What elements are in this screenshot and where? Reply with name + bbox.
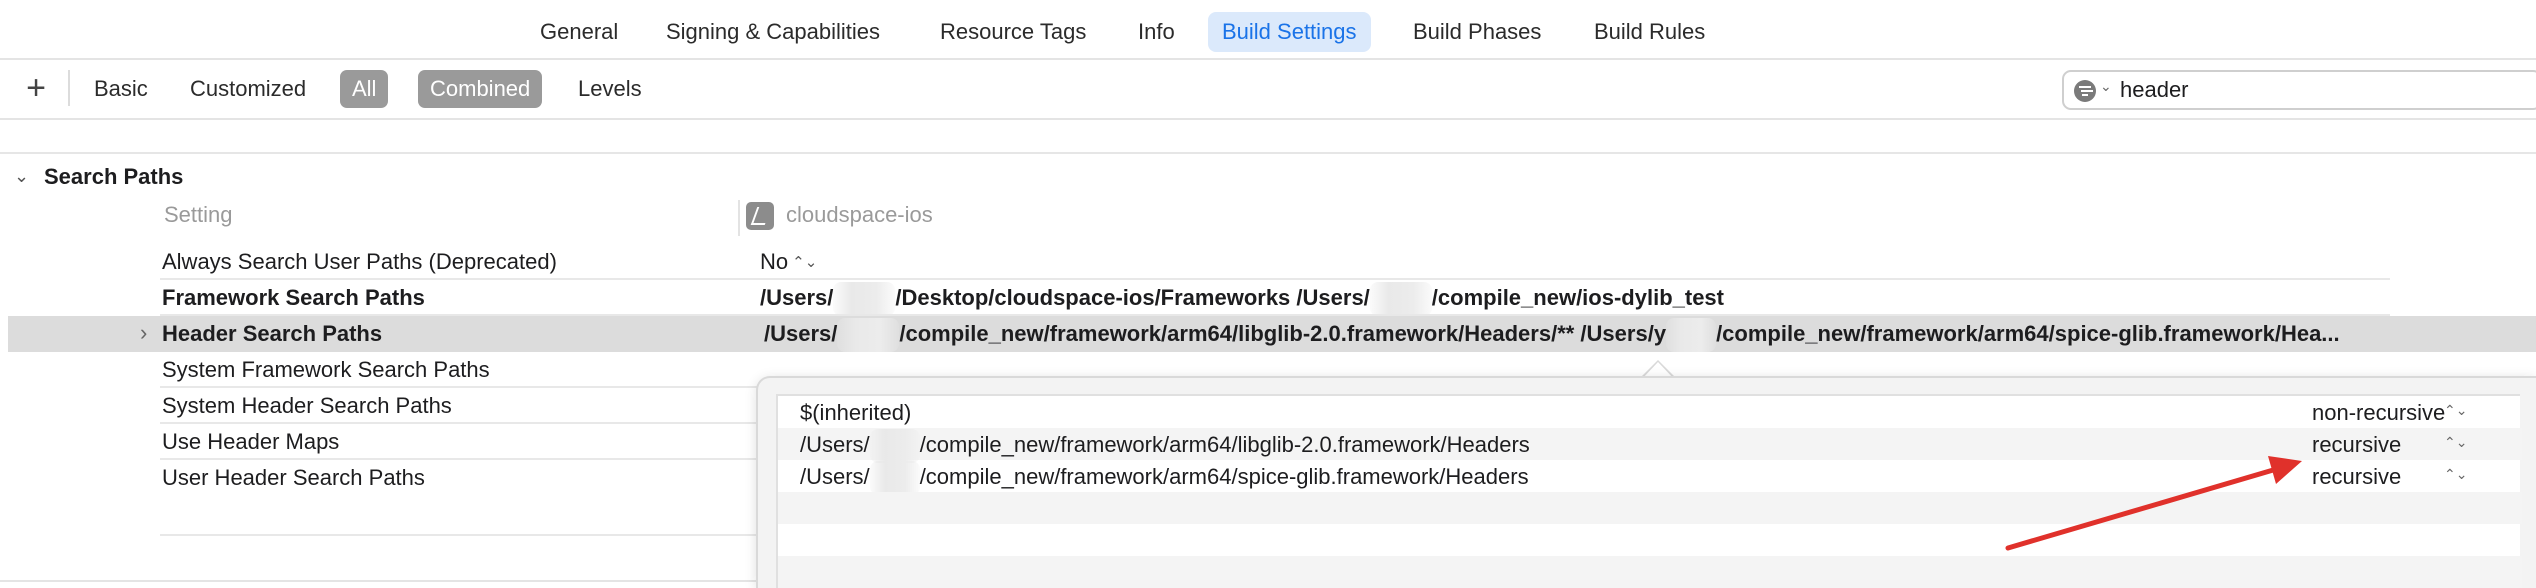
filter-icon[interactable] <box>2074 80 2096 102</box>
up-down-chevron-icon[interactable]: ⌃⌄ <box>2444 402 2467 419</box>
path-part: /compile_new/framework/arm64/libglib-2.0… <box>919 432 1530 457</box>
empty-list-row <box>778 524 2522 556</box>
setting-row-framework-search-paths[interactable]: Framework Search Paths /Users/ /Desktop/c… <box>0 280 2536 317</box>
filter-customized-button[interactable]: Customized <box>178 70 318 108</box>
redacted-username <box>837 318 900 353</box>
setting-name: Always Search User Paths (Deprecated) <box>162 249 557 274</box>
settings-search-field[interactable]: ⌄ <box>2062 70 2536 110</box>
value-part: /Desktop/cloudspace-ios/Frameworks /User… <box>895 285 1370 310</box>
value-part: /Users/ <box>764 321 838 346</box>
path-part: /Users/ <box>800 432 870 457</box>
tab-resource-tags[interactable]: Resource Tags <box>926 12 1100 52</box>
setting-row-header-search-paths[interactable]: › Header Search Paths /Users/ /compile_ne… <box>8 316 2536 353</box>
column-header-target: cloudspace-ios <box>786 202 933 227</box>
empty-list-row <box>778 556 2522 588</box>
up-down-chevron-icon[interactable]: ⌃⌄ <box>2444 434 2467 451</box>
redacted-username <box>869 429 920 464</box>
path-part: /Users/ <box>800 464 870 489</box>
view-combined-button[interactable]: Combined <box>418 70 543 108</box>
tab-signing-capabilities[interactable]: Signing & Capabilities <box>652 12 894 52</box>
view-levels-button[interactable]: Levels <box>566 70 654 108</box>
setting-name: Use Header Maps <box>162 429 340 454</box>
setting-name: System Framework Search Paths <box>162 357 490 382</box>
path-text[interactable]: /Users/ /compile_new/framework/arm64/spic… <box>800 461 1529 496</box>
setting-value[interactable]: /Users/ /Desktop/cloudspace-ios/Framework… <box>760 282 1724 317</box>
redacted-username <box>1369 282 1432 317</box>
path-text[interactable]: /Users/ /compile_new/framework/arm64/libg… <box>800 429 1530 464</box>
setting-row-always-search-user-paths[interactable]: Always Search User Paths (Deprecated) No… <box>0 244 2536 280</box>
tab-build-rules[interactable]: Build Rules <box>1580 12 1719 52</box>
setting-name: Header Search Paths <box>162 321 383 346</box>
path-part: /compile_new/framework/arm64/spice-glib.… <box>919 464 1529 489</box>
filter-basic-button[interactable]: Basic <box>82 70 160 108</box>
tab-build-phases[interactable]: Build Phases <box>1399 12 1555 52</box>
section-search-paths[interactable]: ⌄ Search Paths <box>14 164 183 194</box>
setting-value: No <box>760 249 789 274</box>
setting-value-popup[interactable]: No ⌃⌄ <box>760 249 817 275</box>
section-divider <box>0 152 2536 154</box>
setting-value[interactable]: /Users/ /compile_new/framework/arm64/libg… <box>764 318 2340 353</box>
chevron-down-icon[interactable]: ⌄ <box>2100 78 2112 95</box>
search-input[interactable] <box>2120 75 2520 105</box>
value-part: /Users/ <box>760 285 834 310</box>
column-divider <box>738 200 740 236</box>
list-item[interactable]: /Users/ /compile_new/framework/arm64/libg… <box>778 428 2522 464</box>
redacted-username <box>1666 318 1717 353</box>
up-down-chevron-icon[interactable]: ⌃⌄ <box>2444 466 2467 483</box>
value-part: /compile_new/ios-dylib_test <box>1431 285 1724 310</box>
recursion-popup[interactable]: recursive <box>2312 432 2401 458</box>
section-title: Search Paths <box>44 164 184 189</box>
toolbar-divider <box>68 70 70 106</box>
filter-all-button[interactable]: All <box>340 70 389 108</box>
setting-name: User Header Search Paths <box>162 465 425 490</box>
tab-general[interactable]: General <box>526 12 632 52</box>
recursion-popup[interactable]: non-recursive <box>2312 400 2445 426</box>
up-down-chevron-icon: ⌃⌄ <box>792 254 818 271</box>
section-divider <box>0 580 760 582</box>
setting-name: Framework Search Paths <box>162 285 425 310</box>
list-item[interactable]: $(inherited) non-recursive ⌃⌄ <box>778 396 2522 428</box>
header-search-paths-popover: $(inherited) non-recursive ⌃⌄ /Users/ /co… <box>756 376 2536 588</box>
build-settings-toolbar: + Basic Customized All Combined Levels ⌄ <box>0 60 2536 120</box>
chevron-right-icon[interactable]: › <box>140 320 147 346</box>
chevron-down-icon[interactable]: ⌄ <box>14 166 30 187</box>
app-target-icon <box>746 202 774 230</box>
column-header-setting: Setting <box>164 202 233 227</box>
empty-list-row <box>778 492 2522 524</box>
path-text[interactable]: $(inherited) <box>800 400 911 426</box>
redacted-username <box>869 461 920 496</box>
setting-name: System Header Search Paths <box>162 393 452 418</box>
search-paths-list[interactable]: $(inherited) non-recursive ⌃⌄ /Users/ /co… <box>776 394 2522 588</box>
recursion-popup[interactable]: recursive <box>2312 464 2401 490</box>
list-item[interactable]: /Users/ /compile_new/framework/arm64/spic… <box>778 460 2522 496</box>
value-part: /compile_new/framework/arm64/spice-glib.… <box>1716 321 2340 346</box>
add-setting-button[interactable]: + <box>18 68 54 108</box>
row-divider <box>160 534 760 536</box>
value-part: /compile_new/framework/arm64/libglib-2.0… <box>899 321 1667 346</box>
editor-tab-bar: General Signing & Capabilities Resource … <box>0 0 2536 60</box>
redacted-username <box>833 282 896 317</box>
tab-build-settings[interactable]: Build Settings <box>1208 12 1371 52</box>
tab-info[interactable]: Info <box>1124 12 1189 52</box>
